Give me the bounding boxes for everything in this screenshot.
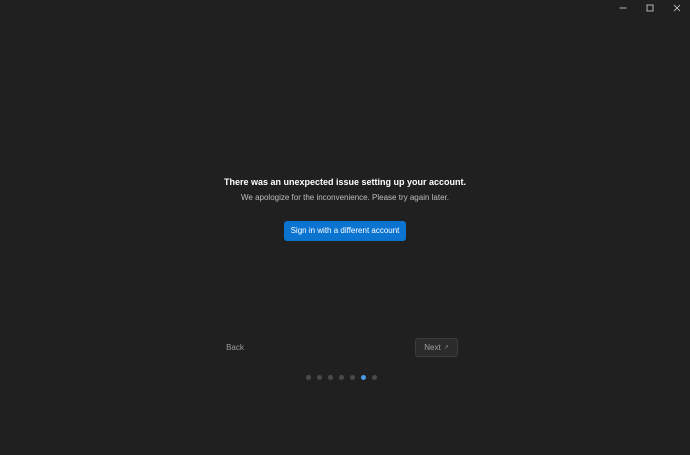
next-button-label: Next (424, 343, 441, 352)
progress-dot (339, 375, 344, 380)
minimize-icon (619, 7, 626, 8)
window-controls (609, 0, 690, 15)
close-icon (673, 4, 680, 11)
close-button[interactable] (663, 0, 690, 15)
back-button[interactable]: Back (220, 339, 250, 357)
progress-dot (372, 375, 377, 380)
progress-dots (306, 375, 377, 380)
progress-dot (350, 375, 355, 380)
next-button[interactable]: Next ↗ (415, 338, 458, 357)
maximize-button[interactable] (636, 0, 663, 15)
sign-in-different-account-button[interactable]: Sign in with a different account (284, 221, 406, 241)
progress-dot (328, 375, 333, 380)
setup-window: There was an unexpected issue setting up… (0, 0, 690, 455)
error-title: There was an unexpected issue setting up… (223, 177, 467, 187)
error-message-panel: There was an unexpected issue setting up… (0, 176, 690, 241)
maximize-icon (646, 4, 653, 11)
error-subtitle: We apologize for the inconvenience. Plea… (241, 193, 449, 202)
arrow-up-right-icon: ↗ (443, 345, 449, 351)
progress-dot (306, 375, 311, 380)
progress-dot-active (361, 375, 366, 380)
minimize-button[interactable] (609, 0, 636, 15)
progress-dot (317, 375, 322, 380)
